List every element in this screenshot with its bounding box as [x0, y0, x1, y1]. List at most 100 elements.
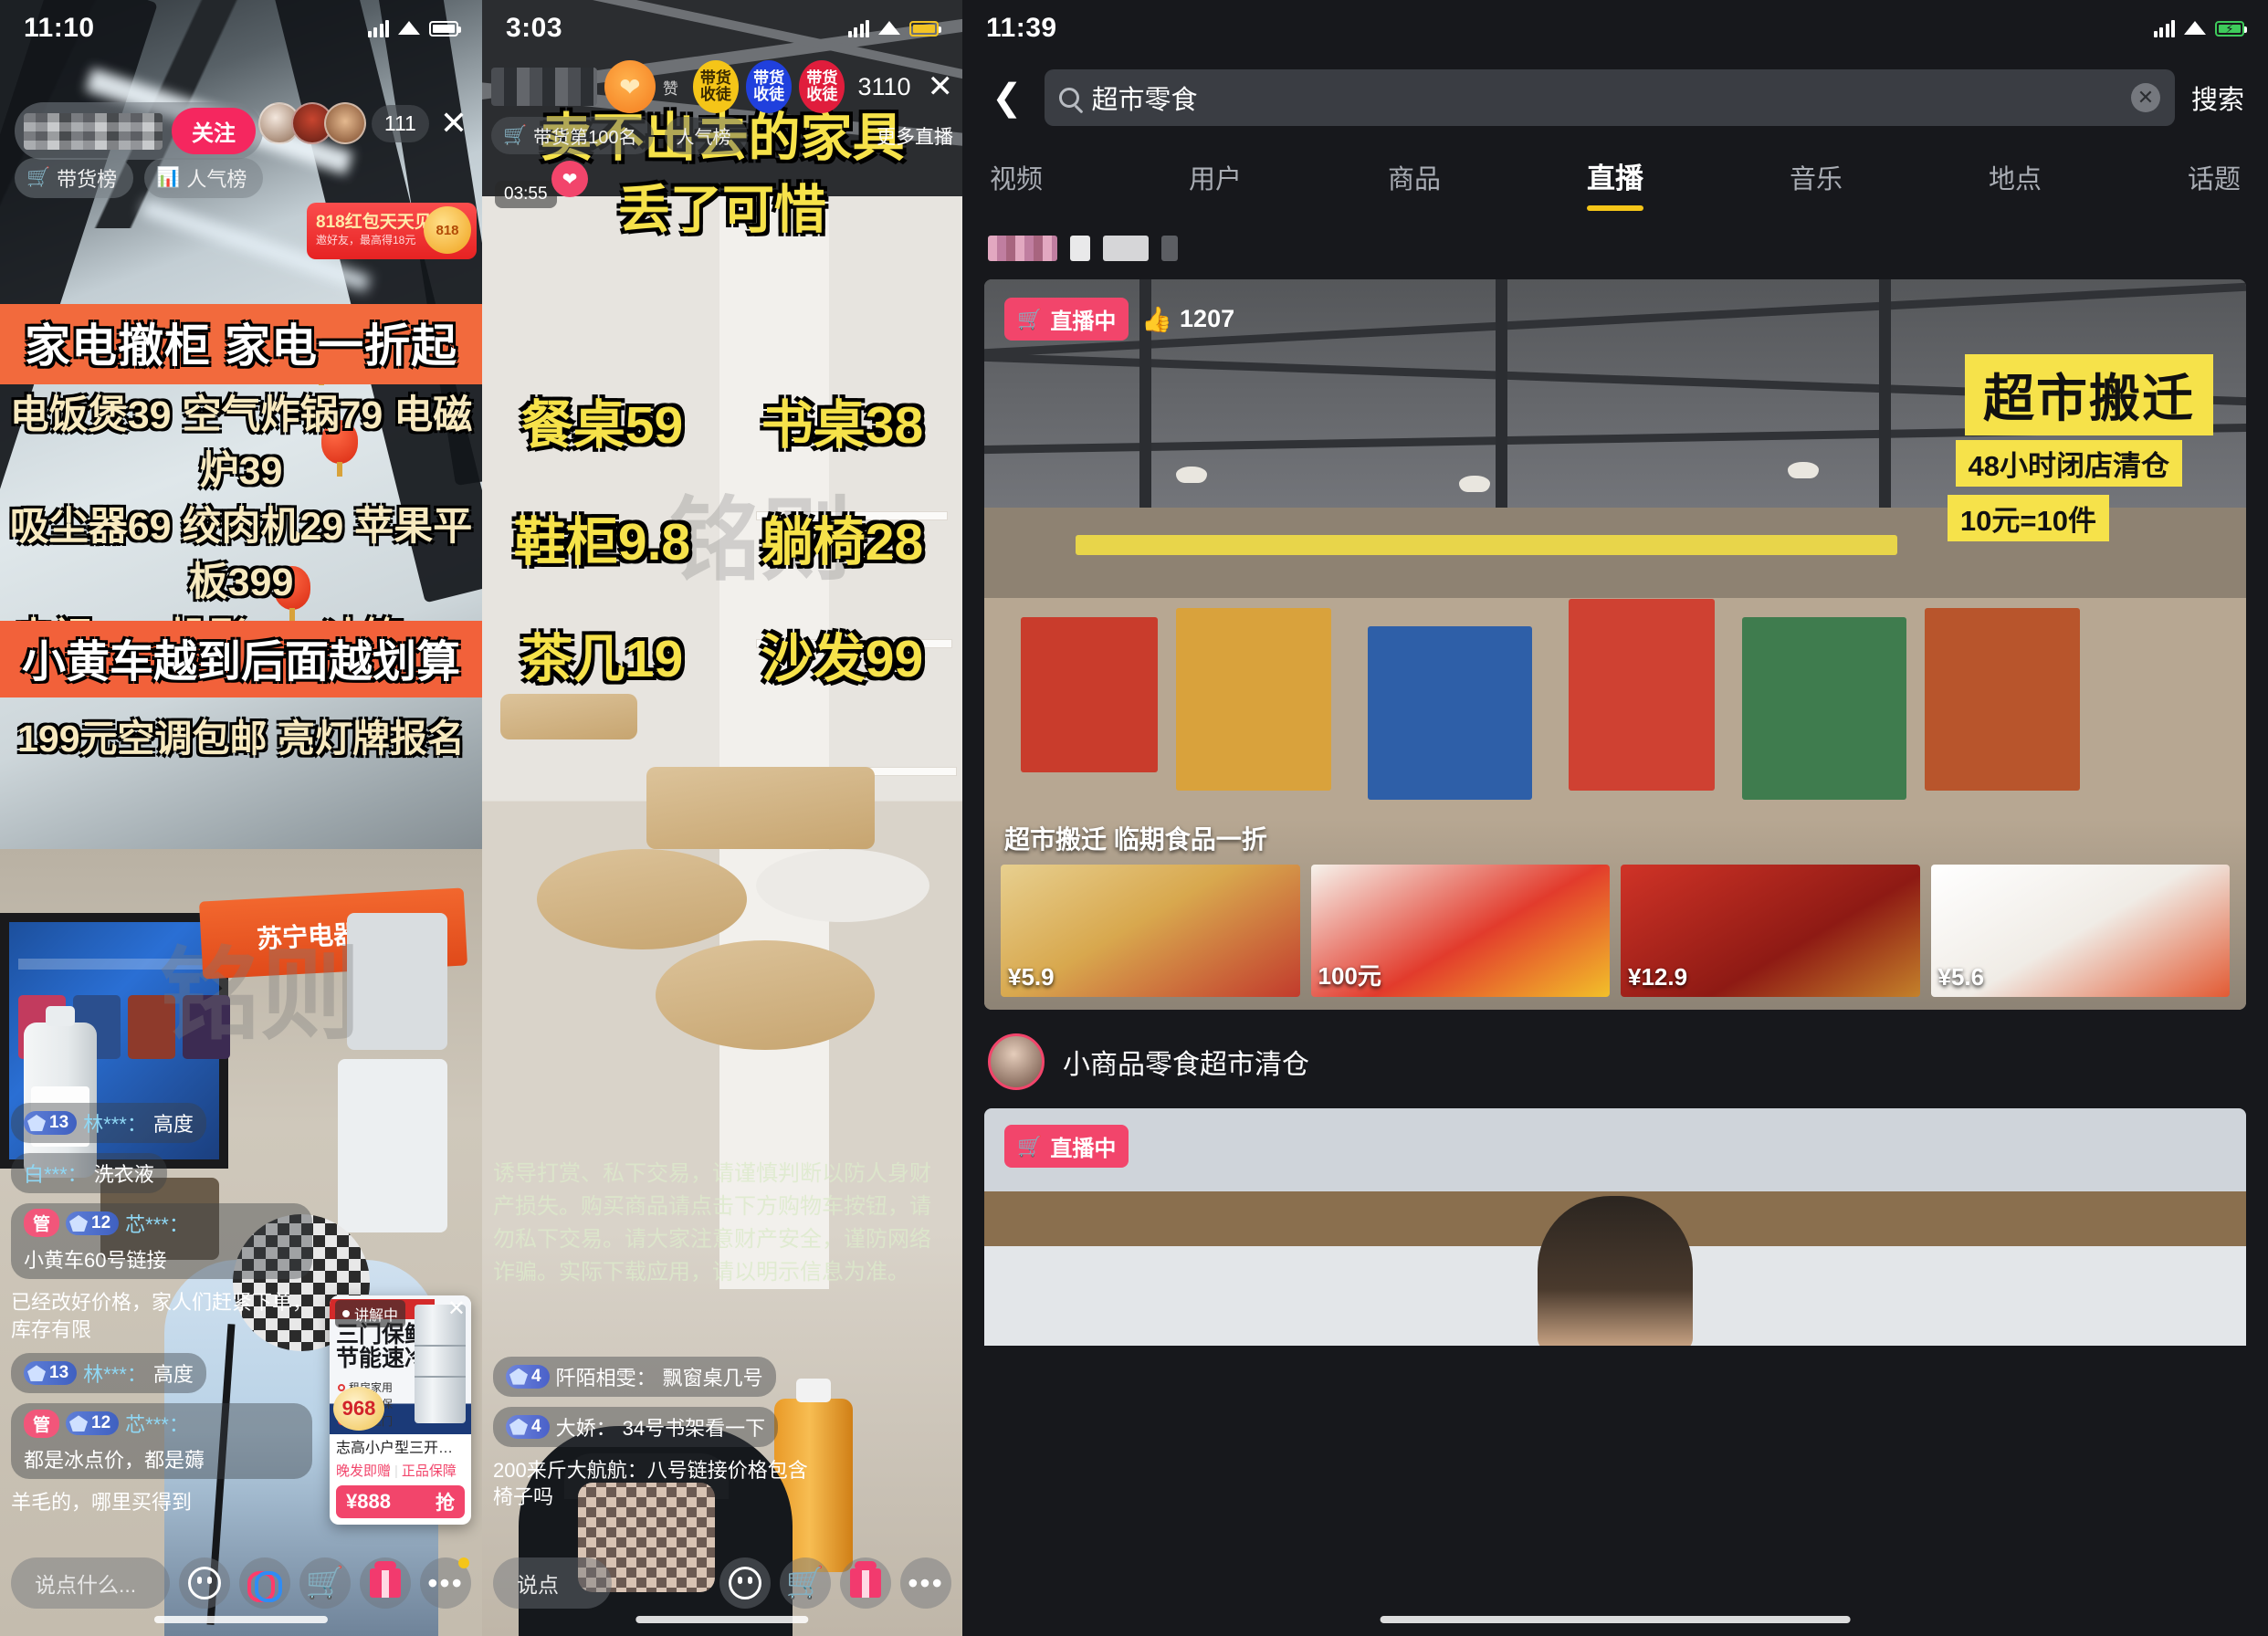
price-item: 躺椅28: [761, 513, 924, 572]
avatar[interactable]: [323, 102, 366, 144]
live-badge-row: 🛒 直播中: [1004, 1125, 1129, 1168]
tab-topic[interactable]: 话题: [2188, 158, 2241, 211]
search-icon: [1058, 88, 1079, 108]
product-thumbnail-row: ¥5.9 100元 ¥12.9 ¥5.6: [1001, 865, 2230, 997]
heart-icon[interactable]: ❤: [551, 161, 588, 197]
rank-pill-group: 🛒 带货榜 📊 人气榜: [15, 158, 264, 198]
avatar[interactable]: [988, 1033, 1045, 1090]
name-mosaic: [1161, 236, 1178, 261]
chat-username: 林***：: [83, 1363, 147, 1387]
tab-live[interactable]: 直播: [1587, 155, 1643, 211]
viewer-count[interactable]: 3110: [857, 73, 910, 101]
wifi-icon: [398, 20, 420, 37]
thumbs-up-icon: 👍: [1141, 305, 1173, 333]
chat-username: 白***：: [24, 1162, 88, 1186]
level-badge: 12: [66, 1211, 120, 1235]
product-card[interactable]: 三门保鲜节能速冷 租房家用 全国联保 送货上门 968 讲解中 ✕ 志高小户型三…: [330, 1295, 471, 1525]
buy-button[interactable]: ¥888 抢: [336, 1485, 465, 1518]
rank-pill-sales[interactable]: 🛒 带货第100名: [491, 117, 654, 154]
close-icon[interactable]: ✕: [928, 68, 954, 105]
apprentice-badge[interactable]: 带货 收徒: [746, 60, 793, 113]
product-thumbnail[interactable]: ¥12.9: [1621, 865, 1920, 997]
viewer-avatars-group[interactable]: 111 ✕: [257, 102, 467, 144]
chat-bubble: 13 林***： 高度: [11, 1353, 206, 1394]
chat-bubble: 13 林***： 高度: [11, 1102, 206, 1143]
cart-button[interactable]: 🛒: [780, 1557, 831, 1609]
notification-dot: [458, 1557, 469, 1568]
tab-user[interactable]: 用户: [1189, 158, 1242, 211]
chat-text: 洗衣液: [93, 1162, 154, 1186]
chat-text: 飘窗桌几号: [662, 1366, 763, 1390]
search-input[interactable]: 超市零食 ✕: [1044, 69, 2175, 126]
chat-text: 已经改好价格，家人们赶紧下单，库存有限: [11, 1290, 313, 1341]
tab-location[interactable]: 地点: [1989, 158, 2042, 211]
live-badge-row: 🛒 直播中 👍 1207: [1004, 298, 1234, 341]
live-result-card[interactable]: 🛒 直播中: [984, 1108, 2246, 1346]
gift-icon: [370, 1561, 401, 1598]
product-tag: 晚发即赠: [336, 1463, 392, 1479]
product-shelf: [1742, 617, 1906, 800]
product-shelf: [1925, 608, 2080, 791]
price-column-right: 书桌38 躺椅28 沙发99: [722, 383, 962, 692]
streamer-row[interactable]: 小商品零食超市清仓: [962, 1010, 2268, 1108]
rank-pill-sales[interactable]: 🛒 带货榜: [15, 158, 134, 198]
status-time: 11:39: [986, 13, 1057, 43]
close-icon[interactable]: ✕: [447, 1297, 466, 1320]
stream-subtitle-overlay: 48小时闭店清仓: [1955, 440, 2182, 487]
more-button[interactable]: •••: [900, 1557, 951, 1609]
back-chevron-icon[interactable]: ❮: [986, 79, 1028, 116]
more-live-link[interactable]: 更多直播: [877, 122, 953, 150]
apprentice-badge[interactable]: 带货 收徒: [692, 60, 740, 113]
share-button[interactable]: [239, 1557, 290, 1609]
emoji-button[interactable]: [719, 1557, 771, 1609]
gem-icon: [27, 1114, 46, 1131]
streamer-info-bar[interactable]: 关注: [15, 102, 263, 160]
rank-pill-popularity[interactable]: 人气榜: [664, 117, 748, 154]
chat-row: 白***： 洗衣液: [11, 1152, 312, 1193]
tab-product[interactable]: 商品: [1388, 158, 1441, 211]
status-bar: 11:10: [0, 0, 482, 57]
product-thumbnail[interactable]: ¥5.6: [1930, 865, 2230, 997]
name-mosaic: [988, 236, 1057, 261]
wifi-icon: [878, 20, 900, 37]
gift-button[interactable]: [360, 1557, 411, 1609]
product-thumbnail[interactable]: 100元: [1310, 865, 1610, 997]
cart-icon: 🛒: [305, 1566, 345, 1600]
chat-text: 小黄车60号链接: [24, 1248, 167, 1272]
search-value: 超市零食: [1091, 86, 1198, 115]
viewer-count[interactable]: 111: [371, 104, 429, 142]
close-icon[interactable]: ✕: [440, 107, 467, 140]
product-shelf: [1569, 599, 1715, 791]
cart-button[interactable]: 🛒: [299, 1557, 351, 1609]
product-image: 三门保鲜节能速冷 租房家用 全国联保 送货上门 968 讲解中 ✕: [330, 1295, 471, 1434]
battery-icon: [909, 20, 941, 37]
price-line: 吸尘器69 绞肉机29 苹果平板399: [9, 505, 473, 605]
redbag-subtitle: 邀好友，最高得18元: [316, 234, 416, 247]
status-time: 3:03: [506, 13, 563, 43]
like-label: 赞: [662, 79, 678, 98]
follow-button[interactable]: 关注: [172, 108, 256, 154]
comment-input[interactable]: 说点: [493, 1557, 612, 1609]
panel-search-results: 11:39 ⚡ ❮ 超市零食 ✕ 搜索 视频 用户 商品 直播 音乐 地点 话题…: [962, 0, 2268, 1636]
comment-input[interactable]: 说点什么...: [11, 1557, 170, 1609]
more-button[interactable]: •••: [420, 1557, 471, 1609]
product-shelf: [1176, 608, 1331, 791]
tab-music[interactable]: 音乐: [1790, 158, 1843, 211]
clear-icon[interactable]: ✕: [2130, 83, 2160, 112]
panel-live-appliance: 苏宁电器清仓 铭则 11:10 关注 111 ✕ 🛒 带货榜 📊 人气榜 818…: [0, 0, 482, 1636]
live-result-card[interactable]: 🛒 直播中 👍 1207 超市搬迁 48小时闭店清仓 10元=10件 超市搬迁 …: [984, 279, 2246, 1010]
redbag-promo-banner[interactable]: 818红包天天见 邀好友，最高得18元 818: [307, 203, 477, 259]
showroom-wall: [719, 196, 829, 1289]
rank-pill-popularity[interactable]: 📊 人气榜: [144, 158, 264, 198]
emoji-button[interactable]: [179, 1557, 230, 1609]
apprentice-badge[interactable]: 带货 收徒: [799, 60, 845, 113]
gift-button[interactable]: [840, 1557, 891, 1609]
search-button[interactable]: 搜索: [2191, 79, 2244, 117]
product-thumbnail[interactable]: ¥5.9: [1001, 865, 1300, 997]
product-title: 志高小户型三开门...: [336, 1440, 465, 1456]
status-bar: 11:39 ⚡: [962, 0, 2268, 57]
like-burst-icon[interactable]: ❤: [604, 60, 656, 113]
stream-offer-overlay: 10元=10件: [1947, 495, 2109, 541]
tab-video[interactable]: 视频: [990, 158, 1043, 211]
chat-row: 管 12 芯***： 都是冰点价，都是薅: [11, 1403, 312, 1480]
